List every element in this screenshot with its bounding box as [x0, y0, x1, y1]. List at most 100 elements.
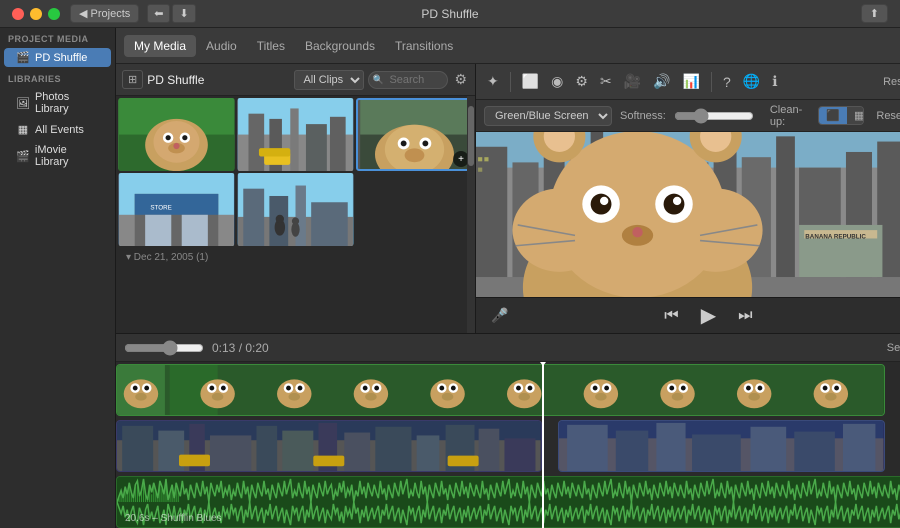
audio-clip[interactable]: // Will generate in JS below [116, 476, 900, 528]
play-button[interactable]: ▶ [696, 301, 721, 330]
cleanup-manual-btn[interactable]: ▦ [847, 107, 864, 124]
search-input[interactable] [368, 71, 448, 89]
sidebar-item-pd-shuffle[interactable]: 🎬 PD Shuffle [4, 48, 111, 67]
chroma-filter-select[interactable]: Green/Blue Screen [484, 106, 612, 126]
audio-track: // Will generate in JS below [116, 476, 900, 528]
media-settings-button[interactable]: ⚙ [452, 71, 469, 88]
minimize-button[interactable] [30, 8, 42, 20]
project-media-section-title: PROJECT MEDIA [0, 28, 115, 47]
cleanup-toggle: ⬛ ▦ [818, 106, 864, 125]
library-icon: 🎬 [16, 150, 30, 163]
preview-area: BANANA REPUBLIC [476, 132, 900, 297]
tool-chart[interactable]: 📊 [680, 71, 703, 92]
svg-text:STORE: STORE [150, 205, 171, 212]
tool-audio[interactable]: 🔊 [650, 71, 673, 92]
tool-color[interactable]: ◉ [548, 71, 566, 92]
media-browser: ⊞ PD Shuffle All Clips ⚙ [116, 64, 476, 333]
tool-settings[interactable]: ⚙ [572, 71, 591, 92]
track-2-clip-2[interactable] [558, 420, 885, 472]
date-header: ▾ Dec 21, 2005 (1) [118, 248, 473, 267]
preview-controls: 🎤 ⏮ ▶ ⏭ ⤢ [476, 297, 900, 333]
chroma-toolbar: ✦ ⬜ ◉ ⚙ ✂ 🎥 🔊 📊 ? 🌐 ℹ Reset All [476, 64, 900, 100]
preview-frame: BANANA REPUBLIC [476, 132, 900, 297]
search-wrap [368, 71, 448, 89]
thumbnail-4[interactable]: STORE [118, 173, 235, 246]
sidebar-item-label: PD Shuffle [35, 52, 87, 64]
sidebar-item-label: iMovie Library [35, 144, 103, 168]
separator-2 [711, 72, 712, 92]
clips-filter-select[interactable]: All Clips [294, 70, 364, 90]
timeline-tracks: ⊡ // Will generate in JS below [116, 362, 900, 528]
tool-trim[interactable]: ✂ [597, 71, 615, 92]
thumbnail-5[interactable] [237, 173, 354, 246]
tab-backgrounds[interactable]: Backgrounds [295, 35, 385, 57]
chroma-settings-bar: Green/Blue Screen Softness: Clean-up: ⬛ … [476, 100, 900, 132]
cleanup-label: Clean-up: [770, 104, 810, 128]
video-track-1 [116, 364, 900, 416]
thumbnail-1[interactable] [118, 98, 235, 171]
cleanup-auto-btn[interactable]: ⬛ [819, 107, 847, 124]
window-title: PD Shuffle [421, 7, 478, 21]
events-icon: ▦ [16, 123, 30, 136]
preview-panel: ✦ ⬜ ◉ ⚙ ✂ 🎥 🔊 📊 ? 🌐 ℹ Reset All [476, 64, 900, 333]
svg-text:BANANA REPUBLIC: BANANA REPUBLIC [805, 233, 866, 240]
grid-view-button[interactable]: ⊞ [122, 70, 143, 89]
media-browser-title: PD Shuffle [147, 73, 290, 87]
main-layout: PROJECT MEDIA 🎬 PD Shuffle LIBRARIES 🖼 P… [0, 28, 900, 528]
tab-my-media[interactable]: My Media [124, 35, 196, 57]
media-scroll-thumb[interactable] [468, 106, 474, 166]
reset-all-button[interactable]: Reset All [883, 76, 900, 88]
media-scroll-track [467, 96, 475, 333]
tab-titles[interactable]: Titles [247, 35, 295, 57]
middle-section: ⊞ PD Shuffle All Clips ⚙ [116, 64, 900, 333]
tool-globe[interactable]: 🌐 [740, 71, 763, 92]
audio-track-label: 20.6s – Shufflin Blues [125, 513, 222, 524]
nav-arrows: ⬅ ⬇ [147, 4, 195, 23]
sidebar-item-label: All Events [35, 124, 84, 136]
tool-help[interactable]: ? [720, 72, 734, 92]
sidebar-item-all-events[interactable]: ▦ All Events [4, 120, 111, 139]
zoom-slider[interactable] [124, 340, 204, 356]
playhead[interactable] [542, 362, 544, 528]
tool-crop[interactable]: ⬜ [519, 71, 542, 92]
photos-icon: 🖼 [16, 97, 30, 110]
thumbnail-2[interactable] [237, 98, 354, 171]
sidebar-item-photos[interactable]: 🖼 Photos Library [4, 88, 111, 118]
timeline-timecode: 0:13 / 0:20 [212, 341, 269, 355]
timeline-settings-button[interactable]: Settings [887, 342, 900, 354]
titlebar: ◀ Projects ⬅ ⬇ PD Shuffle ⬆ [0, 0, 900, 28]
sidebar: PROJECT MEDIA 🎬 PD Shuffle LIBRARIES 🖼 P… [0, 28, 116, 528]
share-button[interactable]: ⬆ [861, 4, 888, 23]
media-grid: + STORE [116, 96, 475, 333]
tab-audio[interactable]: Audio [196, 35, 247, 57]
traffic-lights [0, 8, 60, 20]
libraries-section-title: LIBRARIES [0, 68, 115, 87]
video-track-2: ⊡ [116, 420, 900, 472]
softness-slider[interactable] [674, 108, 754, 124]
reset-button[interactable]: Reset [876, 110, 900, 122]
tool-info[interactable]: ℹ [769, 71, 780, 92]
timeline-header: 0:13 / 0:20 Settings [116, 334, 900, 362]
sidebar-item-label: Photos Library [35, 91, 103, 115]
tool-camera[interactable]: 🎥 [621, 71, 644, 92]
track-1-clip[interactable] [116, 364, 885, 416]
media-browser-toolbar: ⊞ PD Shuffle All Clips ⚙ [116, 64, 475, 96]
fullscreen-button[interactable] [48, 8, 60, 20]
film-icon: 🎬 [16, 51, 30, 64]
media-tabs-bar: My Media Audio Titles Backgrounds Transi… [116, 28, 900, 64]
separator-1 [510, 72, 511, 92]
timeline-area: 0:13 / 0:20 Settings [116, 333, 900, 528]
track-2-clip-1[interactable] [116, 420, 542, 472]
nav-forward-arrow[interactable]: ⬇ [172, 4, 195, 23]
nav-back-arrow[interactable]: ⬅ [147, 4, 170, 23]
content-area: My Media Audio Titles Backgrounds Transi… [116, 28, 900, 528]
close-button[interactable] [12, 8, 24, 20]
thumbnail-3[interactable]: + [356, 98, 473, 171]
tab-transitions[interactable]: Transitions [385, 35, 463, 57]
forward-button[interactable]: ⏭ [733, 305, 757, 327]
mic-button[interactable]: 🎤 [486, 305, 513, 326]
tool-sparkle[interactable]: ✦ [484, 71, 502, 92]
back-button[interactable]: ◀ Projects [70, 4, 139, 23]
rewind-button[interactable]: ⏮ [659, 305, 683, 327]
sidebar-item-imovie-library[interactable]: 🎬 iMovie Library [4, 141, 111, 171]
